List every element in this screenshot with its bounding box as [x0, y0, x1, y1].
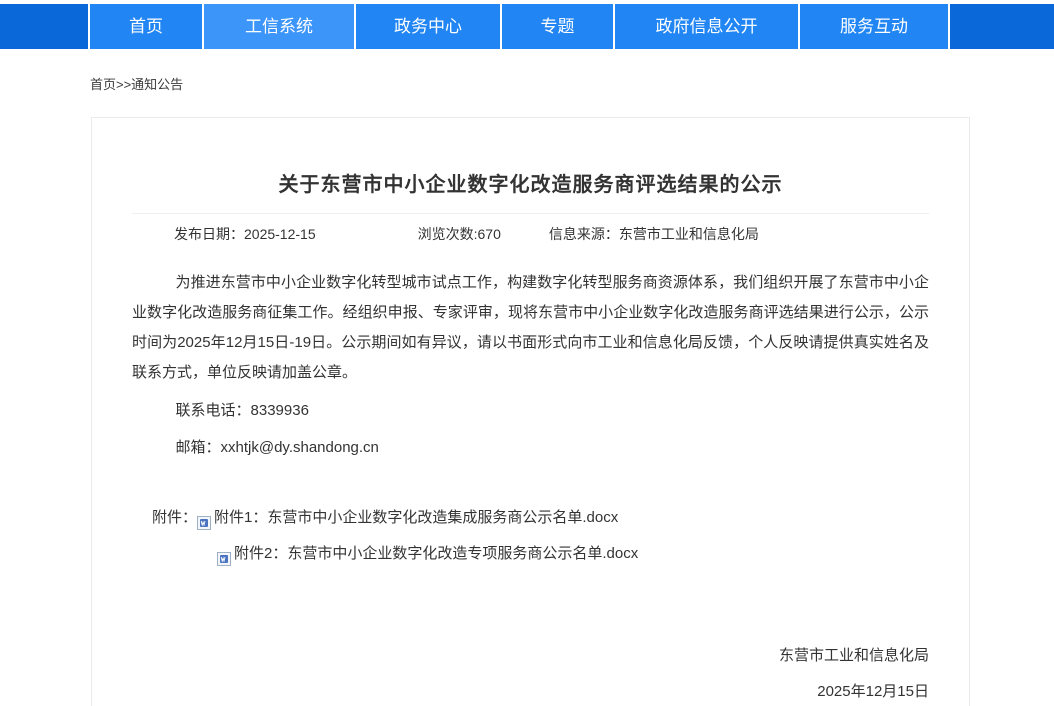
signature-block: 东营市工业和信息化局 2025年12月15日	[132, 642, 929, 706]
attachment-row: 附件： 附件1：东营市中小企业数字化改造集成服务商公示名单.docx	[152, 504, 929, 532]
view-count-value: 670	[478, 226, 501, 242]
info-source: 信息来源：东营市工业和信息化局	[549, 224, 759, 244]
nav-item-info-disclosure[interactable]: 政府信息公开	[613, 4, 798, 49]
phone-value: 8339936	[251, 402, 309, 419]
nav-item-gongxin-system[interactable]: 工信系统	[202, 4, 354, 49]
email-value: xxhtjk@dy.shandong.cn	[221, 439, 379, 456]
nav-item-gov-center[interactable]: 政务中心	[354, 4, 500, 49]
attachment-link-2[interactable]: 附件2：东营市中小企业数字化改造专项服务商公示名单.docx	[234, 540, 638, 568]
nav-item-topics[interactable]: 专题	[500, 4, 613, 49]
article-meta-row: 发布日期：2025-12-15 浏览次数:670 信息来源：东营市工业和信息化局	[132, 214, 929, 254]
docx-icon	[197, 512, 211, 526]
view-count: 浏览次数:670	[418, 224, 501, 244]
article-paragraph: 为推进东营市中小企业数字化转型城市试点工作，构建数字化转型服务商资源体系，我们组…	[132, 268, 929, 388]
publish-date-value: 2025-12-15	[244, 226, 316, 242]
contact-email-line: 邮箱：xxhtjk@dy.shandong.cn	[132, 434, 929, 462]
signature-org: 东营市工业和信息化局	[132, 642, 929, 670]
publish-date: 发布日期：2025-12-15	[174, 224, 316, 244]
docx-icon	[217, 548, 231, 562]
attachments-section: 附件： 附件1：东营市中小企业数字化改造集成服务商公示名单.docx 附件2：东…	[132, 504, 929, 568]
attachment-link-1[interactable]: 附件1：东营市中小企业数字化改造集成服务商公示名单.docx	[214, 504, 618, 532]
article-card: 关于东营市中小企业数字化改造服务商评选结果的公示 发布日期：2025-12-15…	[91, 117, 970, 706]
nav-item-home[interactable]: 首页	[88, 4, 202, 49]
page-title: 关于东营市中小企业数字化改造服务商评选结果的公示	[132, 168, 929, 197]
nav-left-spacer	[0, 4, 88, 49]
attachment-row: 附件2：东营市中小企业数字化改造专项服务商公示名单.docx	[217, 540, 929, 568]
attachments-label: 附件：	[152, 504, 197, 532]
top-nav-bar: 首页 工信系统 政务中心 专题 政府信息公开 服务互动	[0, 4, 1054, 49]
publish-date-label: 发布日期：	[174, 226, 244, 242]
info-source-label: 信息来源：	[549, 226, 619, 242]
email-label: 邮箱：	[176, 439, 221, 456]
view-count-label: 浏览次数:	[418, 226, 478, 242]
contact-phone-line: 联系电话：8339936	[132, 397, 929, 425]
info-source-value: 东营市工业和信息化局	[619, 226, 759, 242]
nav-item-service-interaction[interactable]: 服务互动	[798, 4, 950, 49]
signature-date: 2025年12月15日	[132, 678, 929, 706]
phone-label: 联系电话：	[176, 402, 251, 419]
nav-menu: 首页 工信系统 政务中心 专题 政府信息公开 服务互动	[88, 4, 950, 49]
breadcrumb[interactable]: 首页>>通知公告	[90, 74, 1054, 93]
article-body: 为推进东营市中小企业数字化转型城市试点工作，构建数字化转型服务商资源体系，我们组…	[132, 268, 929, 388]
